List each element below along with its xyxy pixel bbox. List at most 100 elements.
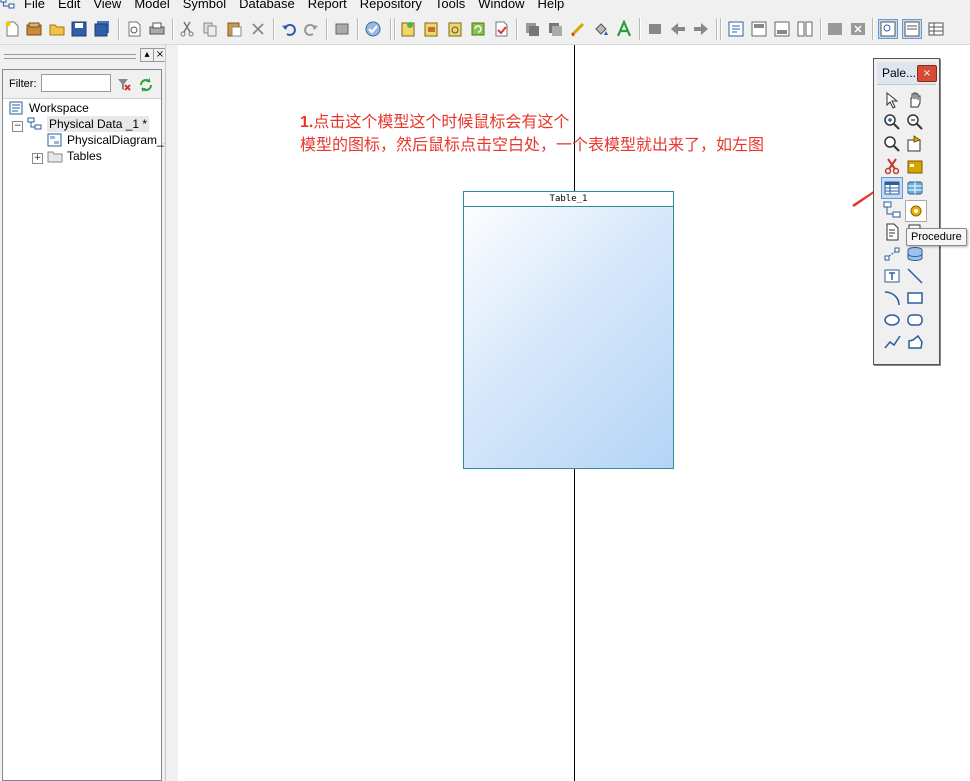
send-back-icon[interactable] <box>546 20 564 38</box>
tree-item-diagram[interactable]: PhysicalDiagram_1 <box>47 132 170 148</box>
redo-icon[interactable] <box>302 20 320 38</box>
result-window-icon[interactable] <box>773 20 791 38</box>
cut-icon[interactable] <box>178 20 196 38</box>
zoom-out-icon[interactable] <box>905 112 925 132</box>
filter-input[interactable] <box>41 74 111 92</box>
tile-window-icon[interactable] <box>796 20 814 38</box>
properties-tool-icon[interactable] <box>905 134 925 154</box>
text-tool-icon[interactable] <box>882 266 902 286</box>
align-left-icon[interactable] <box>646 20 664 38</box>
filter-label: Filter: <box>9 78 37 90</box>
polygon-tool-icon[interactable] <box>905 332 925 352</box>
panel-splitter[interactable] <box>165 45 179 781</box>
line-tool-icon[interactable] <box>905 266 925 286</box>
procedure-tooltip: Procedure <box>906 228 967 246</box>
save-all-icon[interactable] <box>93 20 111 38</box>
annotation-line-1-text: 点击这个模型这个时候鼠标会有这个 <box>313 112 570 131</box>
menu-model[interactable]: Model <box>134 0 177 12</box>
file-tool-icon[interactable] <box>882 222 902 242</box>
paste-icon[interactable] <box>225 20 243 38</box>
toggle-output-icon[interactable] <box>902 19 922 39</box>
table-symbol[interactable]: Table_1 <box>463 191 674 469</box>
tree-collapse-model[interactable]: − <box>12 121 23 132</box>
tablespace-tool-icon[interactable] <box>905 244 925 264</box>
grabber-tool-icon[interactable] <box>905 90 925 110</box>
toggle-browser-icon[interactable] <box>878 19 898 39</box>
open-icon[interactable] <box>48 20 66 38</box>
polyline-tool-icon[interactable] <box>882 332 902 352</box>
properties-icon[interactable] <box>333 20 351 38</box>
import-icon[interactable] <box>446 20 464 38</box>
reference-tool-icon[interactable] <box>882 200 902 220</box>
folder-icon <box>47 151 63 163</box>
tree-item-physical-model[interactable]: Physical Data _1 * <box>27 116 157 132</box>
open-model-icon[interactable] <box>422 20 440 38</box>
procedure-tool-icon[interactable] <box>905 200 927 222</box>
link-tool-icon[interactable] <box>882 244 902 264</box>
check-model-icon[interactable] <box>492 20 510 38</box>
arc-tool-icon[interactable] <box>882 288 902 308</box>
delete-icon[interactable] <box>249 20 267 38</box>
fill-color-icon[interactable] <box>592 20 610 38</box>
physical-model-icon <box>27 117 42 130</box>
tree-expand-tables[interactable]: + <box>32 153 43 164</box>
toolbar <box>0 14 970 45</box>
rectangle-tool-icon[interactable] <box>905 288 925 308</box>
nav-forward-icon[interactable] <box>692 20 710 38</box>
view-tool-icon[interactable] <box>905 178 925 198</box>
line-color-icon[interactable] <box>569 20 587 38</box>
undo-icon[interactable] <box>280 20 298 38</box>
menu-symbol[interactable]: Symbol <box>183 0 234 12</box>
menu-repository[interactable]: Repository <box>360 0 430 12</box>
filter-bar: Filter: <box>3 70 161 99</box>
menu-window[interactable]: Window <box>478 0 532 12</box>
open-package-icon[interactable] <box>882 134 902 154</box>
bring-front-icon[interactable] <box>523 20 541 38</box>
toggle-result-icon[interactable] <box>927 20 945 38</box>
workspace-icon <box>9 101 23 115</box>
new-project-icon[interactable] <box>25 20 43 38</box>
zoom-in-icon[interactable] <box>882 112 902 132</box>
tree-label-physical-model: Physical Data _1 * <box>47 116 150 132</box>
package-tool-icon[interactable] <box>905 156 925 176</box>
table-tool-icon[interactable] <box>881 177 903 199</box>
refresh-filter-icon[interactable] <box>138 77 154 93</box>
annotation-line-1: 1.点击这个模型这个时候鼠标会有这个 <box>300 111 880 134</box>
close-window-icon[interactable] <box>849 20 867 38</box>
delete-tool-icon[interactable] <box>882 156 902 176</box>
output-window-icon[interactable] <box>750 20 768 38</box>
copy-icon[interactable] <box>201 20 219 38</box>
menu-database[interactable]: Database <box>239 0 303 12</box>
menu-edit[interactable]: Edit <box>58 0 88 12</box>
menu-view[interactable]: View <box>93 0 129 12</box>
tree-item-tables[interactable]: Tables <box>47 148 157 164</box>
ellipse-tool-icon[interactable] <box>882 310 902 330</box>
menu-help[interactable]: Help <box>538 0 573 12</box>
refresh-model-icon[interactable] <box>469 20 487 38</box>
panel-pin-icon[interactable]: ▴ <box>140 48 154 62</box>
new-model-icon[interactable] <box>399 20 417 38</box>
diagram-canvas[interactable]: 1.点击这个模型这个时候鼠标会有这个 模型的图标，然后鼠标点击空白处，一个表模型… <box>178 45 970 781</box>
menu-tools[interactable]: Tools <box>435 0 473 12</box>
browser-window-icon[interactable] <box>727 20 745 38</box>
annotation-line-2: 模型的图标，然后鼠标点击空白处，一个表模型就出来了，如左图 <box>300 135 765 154</box>
rounded-rectangle-tool-icon[interactable] <box>905 310 925 330</box>
annotation-step-number: 1. <box>300 114 314 131</box>
text-format-icon[interactable] <box>615 20 633 38</box>
save-icon[interactable] <box>70 20 88 38</box>
cascade-icon[interactable] <box>826 20 844 38</box>
print-icon[interactable] <box>148 20 166 38</box>
nav-back-icon[interactable] <box>669 20 687 38</box>
menu-report[interactable]: Report <box>308 0 355 12</box>
pointer-tool-icon[interactable] <box>882 90 902 110</box>
new-file-icon[interactable] <box>3 20 21 38</box>
palette-close-button[interactable]: × <box>917 65 937 82</box>
menu-file[interactable]: File <box>24 0 53 12</box>
model-check-icon[interactable] <box>364 20 382 38</box>
palette-titlebar[interactable]: Pale... × <box>877 62 937 85</box>
tree-label-tables: Tables <box>67 149 102 163</box>
tree-item-workspace[interactable]: Workspace <box>9 100 159 116</box>
print-preview-icon[interactable] <box>125 20 143 38</box>
panel-grip[interactable] <box>4 54 136 59</box>
clear-filter-icon[interactable] <box>116 77 132 93</box>
